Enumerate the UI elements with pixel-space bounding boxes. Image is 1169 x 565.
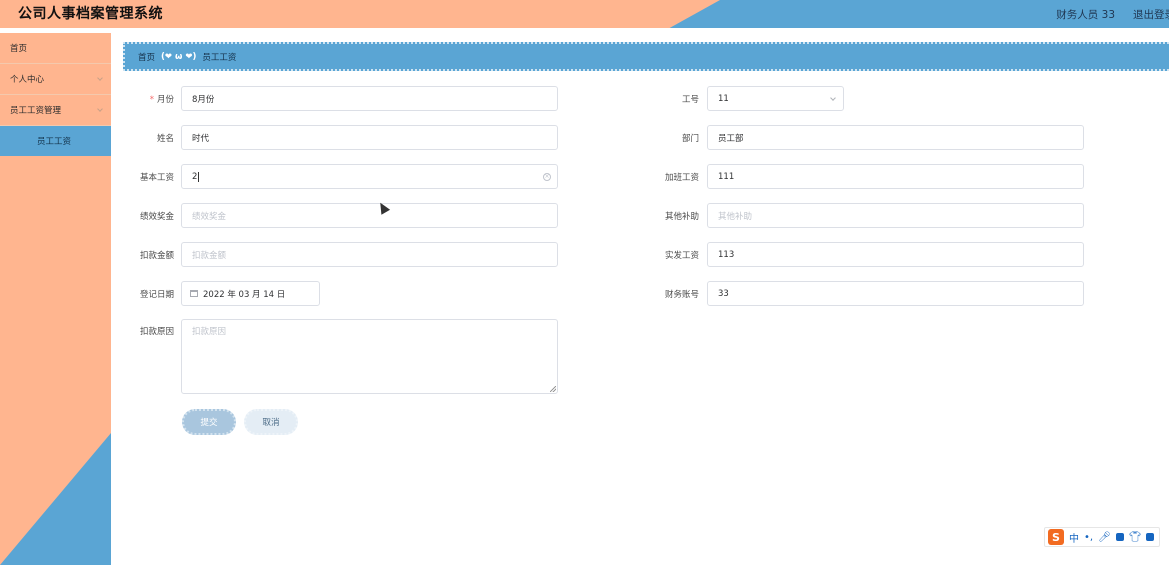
breadcrumb-current: 员工工资	[202, 52, 237, 63]
sidebar-item-salary-management[interactable]: 员工工资管理	[0, 95, 111, 126]
chevron-down-icon	[97, 106, 103, 112]
cancel-button[interactable]: 取消	[244, 409, 298, 435]
ime-logo[interactable]: S	[1048, 529, 1064, 545]
sidebar-item-label: 首页	[10, 44, 28, 54]
chevron-down-icon	[830, 95, 836, 101]
sidebar-item-home[interactable]: 首页	[0, 33, 111, 64]
allowance-input[interactable]: 其他补助	[707, 203, 1084, 228]
bonus-input[interactable]: 绩效奖金	[181, 203, 558, 228]
skin-icon[interactable]: 👕︎	[1129, 532, 1142, 543]
resize-handle[interactable]	[550, 386, 556, 392]
submit-button[interactable]: 提交	[182, 409, 236, 435]
net-pay-input[interactable]: 113	[707, 242, 1084, 267]
account-input[interactable]: 33	[707, 281, 1084, 306]
logout-link[interactable]: 退出登录	[1133, 7, 1169, 22]
breadcrumb-home[interactable]: 首页	[138, 51, 155, 63]
overtime-input[interactable]: 111	[707, 164, 1084, 189]
app-title: 公司人事档案管理系统	[18, 6, 163, 22]
base-salary-input[interactable]: 2 ×	[181, 164, 558, 189]
base-salary-label: 基本工资	[139, 173, 174, 183]
top-header: 公司人事档案管理系统 财务人员 33 退出登录	[0, 0, 1169, 28]
clear-icon[interactable]: ×	[543, 173, 551, 181]
header-actions: 财务人员 33 退出登录	[1056, 0, 1169, 28]
bonus-label: 绩效奖金	[139, 212, 174, 222]
microphone-icon[interactable]: 🎤︎	[1098, 532, 1111, 543]
current-user-label: 财务人员 33	[1056, 8, 1115, 21]
deduction-input[interactable]: 扣款金额	[181, 242, 558, 267]
reg-date-picker[interactable]: 2022 年 03 月 14 日	[181, 281, 320, 306]
allowance-label: 其他补助	[664, 212, 699, 222]
ime-toolbar: S 中 •, 🎤︎ 👕︎	[1044, 527, 1160, 547]
deduct-reason-textarea[interactable]: 扣款原因	[181, 319, 558, 394]
ime-mode-label[interactable]: 中	[1069, 530, 1079, 545]
month-input[interactable]: 8月份	[181, 86, 558, 111]
breadcrumb-separator: (❤ ω ❤)	[161, 51, 197, 62]
required-mark: *	[149, 95, 154, 105]
dept-input[interactable]: 员工部	[707, 125, 1084, 150]
dept-label: 部门	[681, 134, 699, 144]
reg-date-label: 登记日期	[139, 290, 174, 300]
sidebar-item-label: 员工工资管理	[10, 106, 62, 116]
toolbox-icon[interactable]	[1146, 533, 1155, 541]
sidebar-item-label: 个人中心	[10, 75, 45, 85]
sidebar-subitem-label: 员工工资	[37, 137, 72, 147]
deduct-reason-label: 扣款原因	[139, 327, 174, 337]
emp-no-label: 工号	[681, 95, 699, 105]
sidebar-decoration	[0, 433, 111, 565]
chevron-down-icon	[97, 75, 103, 81]
sidebar: 首页 个人中心 员工工资管理 员工工资	[0, 33, 111, 565]
name-input[interactable]: 时代	[181, 125, 558, 150]
sidebar-item-personal-center[interactable]: 个人中心	[0, 64, 111, 95]
overtime-label: 加班工资	[664, 173, 699, 183]
sidebar-subitem-employee-salary[interactable]: 员工工资	[0, 126, 111, 156]
net-pay-label: 实发工资	[664, 251, 699, 261]
deduction-label: 扣款金额	[139, 251, 174, 261]
name-label: 姓名	[156, 134, 174, 144]
account-label: 财务账号	[664, 290, 699, 300]
keyboard-icon[interactable]	[1115, 533, 1124, 541]
breadcrumb: 首页 (❤ ω ❤) 员工工资	[123, 42, 1169, 71]
punctuation-icon[interactable]: •,	[1084, 532, 1093, 543]
text-caret	[198, 171, 200, 182]
month-label: * 月份	[149, 95, 174, 105]
calendar-icon	[190, 290, 198, 297]
emp-no-select[interactable]: 11	[707, 86, 844, 111]
